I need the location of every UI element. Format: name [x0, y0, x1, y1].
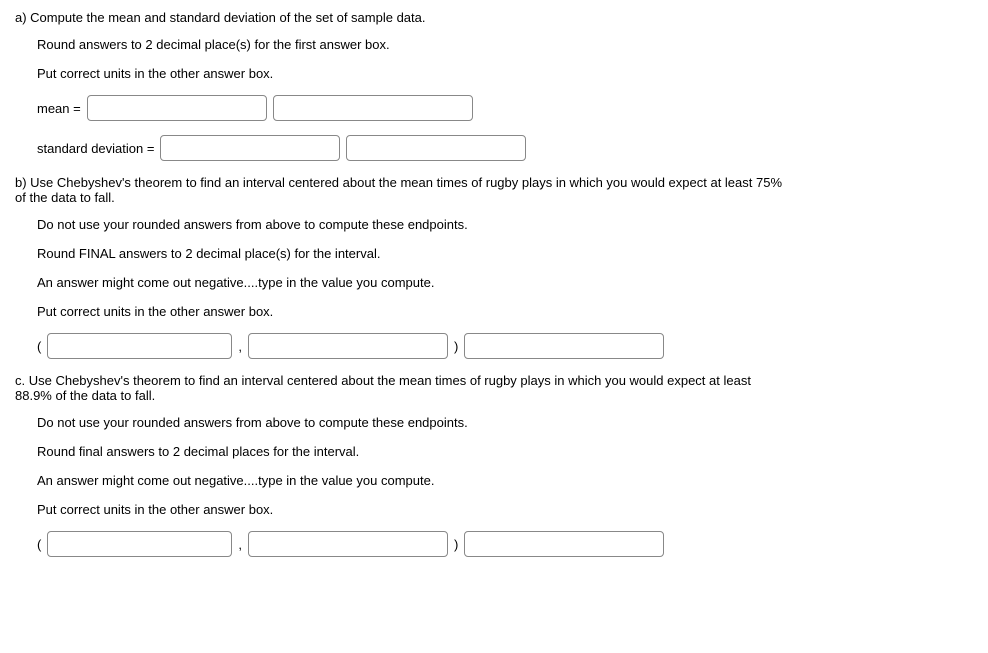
part-c-instruction-3: An answer might come out negative....typ…: [37, 473, 973, 488]
part-b-instruction-3: An answer might come out negative....typ…: [37, 275, 973, 290]
close-paren: ): [454, 537, 458, 552]
close-paren: ): [454, 339, 458, 354]
comma: ,: [238, 339, 242, 354]
mean-row: mean =: [37, 95, 973, 121]
part-b-interval-row: ( , ): [37, 333, 973, 359]
part-c-header: c. Use Chebyshev's theorem to find an in…: [15, 373, 785, 403]
part-c-interval-lower-input[interactable]: [47, 531, 232, 557]
part-b-interval-upper-input[interactable]: [248, 333, 448, 359]
mean-units-input[interactable]: [273, 95, 473, 121]
part-c: c. Use Chebyshev's theorem to find an in…: [15, 373, 973, 557]
part-c-units-input[interactable]: [464, 531, 664, 557]
part-a-instruction-1: Round answers to 2 decimal place(s) for …: [37, 37, 973, 52]
open-paren: (: [37, 537, 41, 552]
part-a-header: a) Compute the mean and standard deviati…: [15, 10, 973, 25]
stddev-units-input[interactable]: [346, 135, 526, 161]
mean-label: mean =: [37, 101, 81, 116]
part-c-instruction-4: Put correct units in the other answer bo…: [37, 502, 973, 517]
part-b-instruction-1: Do not use your rounded answers from abo…: [37, 217, 973, 232]
part-c-instruction-1: Do not use your rounded answers from abo…: [37, 415, 973, 430]
comma: ,: [238, 537, 242, 552]
open-paren: (: [37, 339, 41, 354]
stddev-value-input[interactable]: [160, 135, 340, 161]
part-b-units-input[interactable]: [464, 333, 664, 359]
part-a: a) Compute the mean and standard deviati…: [15, 10, 973, 161]
stddev-label: standard deviation =: [37, 141, 154, 156]
part-a-instruction-2: Put correct units in the other answer bo…: [37, 66, 973, 81]
part-b-instruction-2: Round FINAL answers to 2 decimal place(s…: [37, 246, 973, 261]
part-c-interval-upper-input[interactable]: [248, 531, 448, 557]
part-b-interval-lower-input[interactable]: [47, 333, 232, 359]
part-b: b) Use Chebyshev's theorem to find an in…: [15, 175, 973, 359]
part-b-header: b) Use Chebyshev's theorem to find an in…: [15, 175, 785, 205]
part-c-instruction-2: Round final answers to 2 decimal places …: [37, 444, 973, 459]
mean-value-input[interactable]: [87, 95, 267, 121]
stddev-row: standard deviation =: [37, 135, 973, 161]
part-b-instruction-4: Put correct units in the other answer bo…: [37, 304, 973, 319]
part-c-interval-row: ( , ): [37, 531, 973, 557]
